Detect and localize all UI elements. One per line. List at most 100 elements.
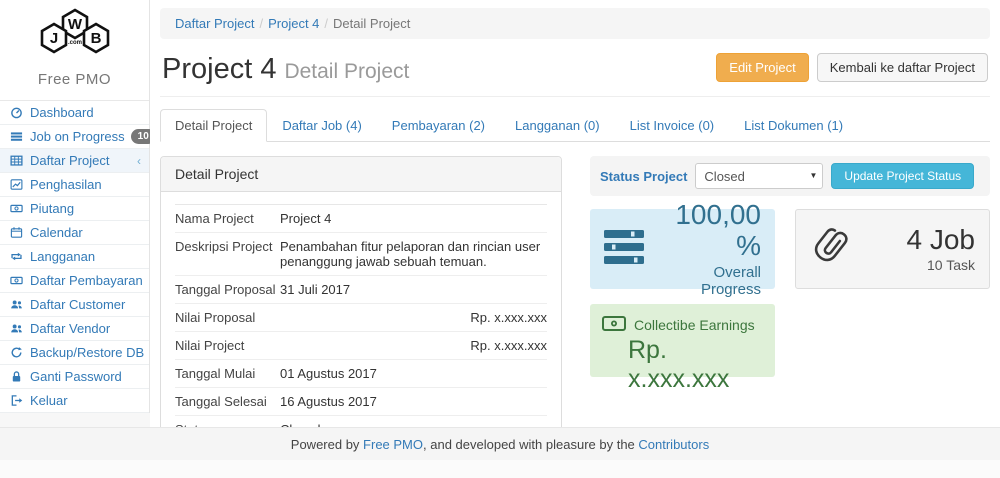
- breadcrumb-daftar-project[interactable]: Daftar Project: [175, 16, 254, 31]
- sidebar-item-label: Keluar: [30, 393, 68, 408]
- jobs-card: 4 Job 10 Task: [795, 209, 990, 289]
- page-subtitle: Detail Project: [284, 60, 409, 83]
- sign-out-icon: [8, 394, 24, 407]
- sidebar-item-label: Daftar Project: [30, 153, 109, 168]
- tab-detail-project[interactable]: Detail Project: [160, 109, 267, 142]
- footer: Powered by Free PMO, and developed with …: [0, 427, 1000, 460]
- table-row: Tanggal Selesai 16 Agustus 2017: [175, 388, 547, 416]
- breadcrumb-separator: /: [254, 16, 268, 31]
- sidebar-item-ganti-password[interactable]: Ganti Password: [0, 365, 149, 389]
- row-label: Nilai Project: [175, 338, 280, 353]
- row-value: 31 Juli 2017: [280, 282, 547, 297]
- row-label: Nilai Proposal: [175, 310, 280, 325]
- page-bottom-strip: [0, 460, 1000, 478]
- row-label: Deskripsi Project: [175, 239, 280, 269]
- row-value: Rp. x.xxx.xxx: [280, 338, 547, 353]
- free-pmo-link[interactable]: Free PMO: [363, 437, 423, 452]
- footer-middle: , and developed with pleasure by the: [423, 437, 638, 452]
- tab-daftar-job[interactable]: Daftar Job (4): [267, 109, 376, 142]
- sidebar-item-job-on-progress[interactable]: Job on Progress 10: [0, 125, 149, 149]
- breadcrumb: Daftar Project/Project 4/Detail Project: [160, 8, 990, 39]
- sidebar-item-label: Daftar Pembayaran: [30, 273, 143, 288]
- brand-logo: W J B .com: [0, 0, 149, 67]
- jobs-text-group: 4 Job 10 Task: [860, 225, 975, 274]
- jobs-value: 4 Job: [860, 225, 975, 256]
- sidebar-item-langganan[interactable]: Langganan: [0, 245, 149, 269]
- page-title: Project 4: [162, 53, 276, 85]
- sidebar-item-label: Dashboard: [30, 105, 94, 120]
- progress-text-group: 100,00 % Overall Progress: [656, 200, 761, 298]
- breadcrumb-project-4[interactable]: Project 4: [268, 16, 319, 31]
- money-icon: [8, 274, 24, 287]
- table-row: Tanggal Proposal 31 Juli 2017: [175, 276, 547, 304]
- sidebar-item-daftar-pembayaran[interactable]: Daftar Pembayaran: [0, 269, 149, 293]
- content-area: Daftar Project/Project 4/Detail Project …: [150, 0, 1000, 478]
- tab-langganan[interactable]: Langganan (0): [500, 109, 615, 142]
- sidebar-item-label: Daftar Vendor: [30, 321, 110, 336]
- line-chart-icon: [8, 178, 24, 191]
- logo-letter-b: B: [90, 30, 101, 47]
- tab-list-invoice[interactable]: List Invoice (0): [615, 109, 730, 142]
- progress-value: 100,00 %: [656, 200, 761, 262]
- money-bill-icon: [602, 316, 626, 334]
- footer-text: Powered by Free PMO, and developed with …: [291, 437, 709, 452]
- stat-cards: 100,00 % Overall Progress 4 Job 10 T: [590, 209, 990, 289]
- app-window: W J B .com Free PMO Dashboard Job on Pro…: [0, 0, 1000, 478]
- sidebar-item-daftar-vendor[interactable]: Daftar Vendor: [0, 317, 149, 341]
- sidebar-item-penghasilan[interactable]: Penghasilan: [0, 173, 149, 197]
- breadcrumb-separator: /: [319, 16, 333, 31]
- earnings-header: Collectibe Earnings: [602, 316, 763, 334]
- status-select-wrap: Closed ▼: [695, 163, 823, 189]
- earnings-title: Collectibe Earnings: [634, 317, 755, 333]
- sidebar-item-keluar[interactable]: Keluar: [0, 389, 149, 413]
- sidebar-item-backup-restore[interactable]: Backup/Restore DB: [0, 341, 149, 365]
- logo-letter-j: J: [49, 30, 57, 47]
- row-value: Project 4: [280, 211, 547, 226]
- row-value: Penambahan fitur pelaporan dan rincian u…: [280, 239, 547, 269]
- page-header: Project 4 Detail Project Edit Project Kem…: [160, 39, 990, 97]
- status-project-label: Status Project: [600, 169, 687, 184]
- row-value: Rp. x.xxx.xxx: [280, 310, 547, 325]
- gauge-icon: [8, 106, 24, 119]
- brand-name: Free PMO: [0, 67, 149, 100]
- row-label: Nama Project: [175, 211, 280, 226]
- update-status-button[interactable]: Update Project Status: [831, 163, 974, 189]
- tab-list-dokumen[interactable]: List Dokumen (1): [729, 109, 858, 142]
- list-bars-icon: [8, 130, 24, 143]
- sidebar-item-label: Piutang: [30, 201, 74, 216]
- sidebar-item-calendar[interactable]: Calendar: [0, 221, 149, 245]
- users-icon: [8, 298, 24, 311]
- sidebar-menu: Dashboard Job on Progress 10 Daftar Proj…: [0, 100, 149, 413]
- logo-letter-w: W: [67, 16, 82, 33]
- tab-pembayaran[interactable]: Pembayaran (2): [377, 109, 500, 142]
- sidebar-item-label: Job on Progress: [30, 129, 125, 144]
- back-to-list-button[interactable]: Kembali ke daftar Project: [817, 53, 988, 82]
- edit-project-button[interactable]: Edit Project: [716, 53, 808, 82]
- money-icon: [8, 202, 24, 215]
- breadcrumb-current: Detail Project: [333, 16, 410, 31]
- jwb-logo-icon: W J B .com: [27, 8, 123, 56]
- tasks-icon: [604, 230, 646, 269]
- table-row: Tanggal Mulai 01 Agustus 2017: [175, 360, 547, 388]
- chevron-left-icon: ‹: [137, 154, 141, 168]
- page-title-group: Project 4 Detail Project: [162, 53, 409, 86]
- calendar-icon: [8, 226, 24, 239]
- collectible-earnings-card: Collectibe Earnings Rp. x.xxx.xxx: [590, 304, 775, 377]
- table-icon: [8, 154, 24, 167]
- sidebar-item-piutang[interactable]: Piutang: [0, 197, 149, 221]
- retweet-icon: [8, 250, 24, 263]
- table-row: Nama Project Project 4: [175, 205, 547, 233]
- contributors-link[interactable]: Contributors: [638, 437, 709, 452]
- sidebar-item-label: Penghasilan: [30, 177, 102, 192]
- tasks-count: 10 Task: [860, 257, 975, 273]
- sidebar-item-daftar-project[interactable]: Daftar Project ‹: [0, 149, 149, 173]
- sidebar-item-label: Calendar: [30, 225, 83, 240]
- tab-bar: Detail Project Daftar Job (4) Pembayaran…: [160, 109, 990, 142]
- table-row: Nilai Project Rp. x.xxx.xxx: [175, 332, 547, 360]
- header-buttons: Edit Project Kembali ke daftar Project: [716, 53, 988, 86]
- sidebar-item-daftar-customer[interactable]: Daftar Customer: [0, 293, 149, 317]
- sidebar-item-dashboard[interactable]: Dashboard: [0, 101, 149, 125]
- row-label: Tanggal Mulai: [175, 366, 280, 381]
- progress-caption: Overall Progress: [656, 264, 761, 298]
- status-select[interactable]: Closed: [695, 163, 823, 189]
